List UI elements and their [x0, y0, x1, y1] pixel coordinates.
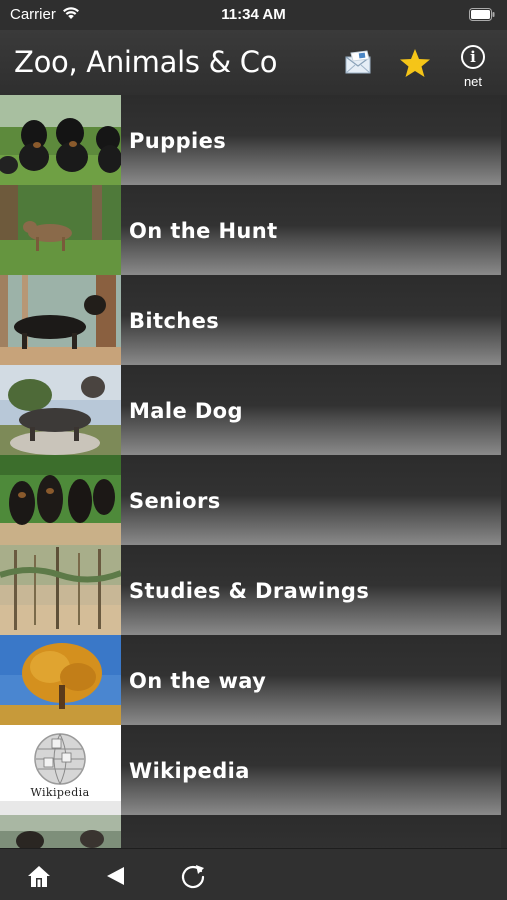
bitch-photo	[0, 275, 121, 365]
list-item-bitches[interactable]: Bitches	[0, 275, 507, 365]
list-item-label: Wikipedia	[129, 759, 250, 783]
male-dog-photo	[0, 365, 121, 455]
row-gap	[501, 635, 507, 725]
list-item-cell[interactable]: Studies & Drawings	[121, 545, 501, 635]
list-item-cell[interactable]: Wikipedia	[121, 725, 501, 815]
list-item-puppies[interactable]: Puppies	[0, 95, 507, 185]
back-arrow-icon	[107, 867, 124, 885]
favorites-button[interactable]	[398, 46, 432, 80]
app-title: Zoo, Animals & Co	[14, 45, 278, 79]
list-item-cell[interactable]: On the way	[121, 635, 501, 725]
info-icon: i	[461, 45, 485, 69]
battery-icon	[469, 8, 495, 21]
wikipedia-logo: Wikipedia	[0, 725, 121, 815]
row-gap	[501, 275, 507, 365]
navigation-bar: Zoo, Animals & Co i net	[0, 30, 507, 95]
seniors-photo	[0, 455, 121, 545]
list-item-cell[interactable]	[121, 815, 501, 848]
wikipedia-logo-text: Wikipedia	[30, 786, 89, 799]
home-icon	[28, 866, 50, 887]
hunt-photo	[0, 185, 121, 275]
list-item-cell[interactable]: On the Hunt	[121, 185, 501, 275]
row-gap	[501, 365, 507, 455]
bottom-toolbar	[0, 848, 507, 900]
tree-photo	[0, 635, 121, 725]
reload-icon	[181, 865, 205, 889]
row-gap	[501, 185, 507, 275]
clock: 11:34 AM	[221, 6, 286, 23]
row-gap	[501, 95, 507, 185]
info-button[interactable]: i net	[455, 45, 491, 91]
star-icon	[400, 49, 430, 77]
list-item-cell[interactable]: Seniors	[121, 455, 501, 545]
row-gap	[501, 815, 507, 848]
list-item-partial[interactable]	[0, 815, 507, 848]
info-caption: net	[463, 74, 483, 89]
list-item-label: Seniors	[129, 489, 221, 513]
reload-button[interactable]	[179, 862, 207, 890]
list-item-cell[interactable]: Puppies	[121, 95, 501, 185]
list-item-label: Studies & Drawings	[129, 579, 370, 603]
mail-button[interactable]	[343, 47, 375, 79]
partial-photo	[0, 815, 121, 848]
list-item-studies-drawings[interactable]: Studies & Drawings	[0, 545, 507, 635]
row-gap	[501, 545, 507, 635]
row-gap	[501, 455, 507, 545]
status-bar: Carrier 11:34 AM	[0, 0, 507, 30]
row-gap	[501, 725, 507, 815]
list-item-on-the-hunt[interactable]: On the Hunt	[0, 185, 507, 275]
list-item-cell[interactable]: Male Dog	[121, 365, 501, 455]
category-list: Puppies On the Hunt Bitches Male Dog Sen…	[0, 95, 507, 848]
list-item-label: Bitches	[129, 309, 220, 333]
puppies-photo	[0, 95, 121, 185]
list-item-label: On the Hunt	[129, 219, 278, 243]
list-item-wikipedia[interactable]: Wikipedia Wikipedia	[0, 725, 507, 815]
list-item-cell[interactable]: Bitches	[121, 275, 501, 365]
list-item-on-the-way[interactable]: On the way	[0, 635, 507, 725]
drawing-photo	[0, 545, 121, 635]
list-item-label: Male Dog	[129, 399, 243, 423]
mail-icon	[345, 50, 371, 74]
home-button[interactable]	[26, 863, 52, 889]
back-button[interactable]	[104, 865, 126, 887]
list-item-label: Puppies	[129, 129, 227, 153]
list-item-label: On the way	[129, 669, 267, 693]
list-item-male-dog[interactable]: Male Dog	[0, 365, 507, 455]
list-item-seniors[interactable]: Seniors	[0, 455, 507, 545]
